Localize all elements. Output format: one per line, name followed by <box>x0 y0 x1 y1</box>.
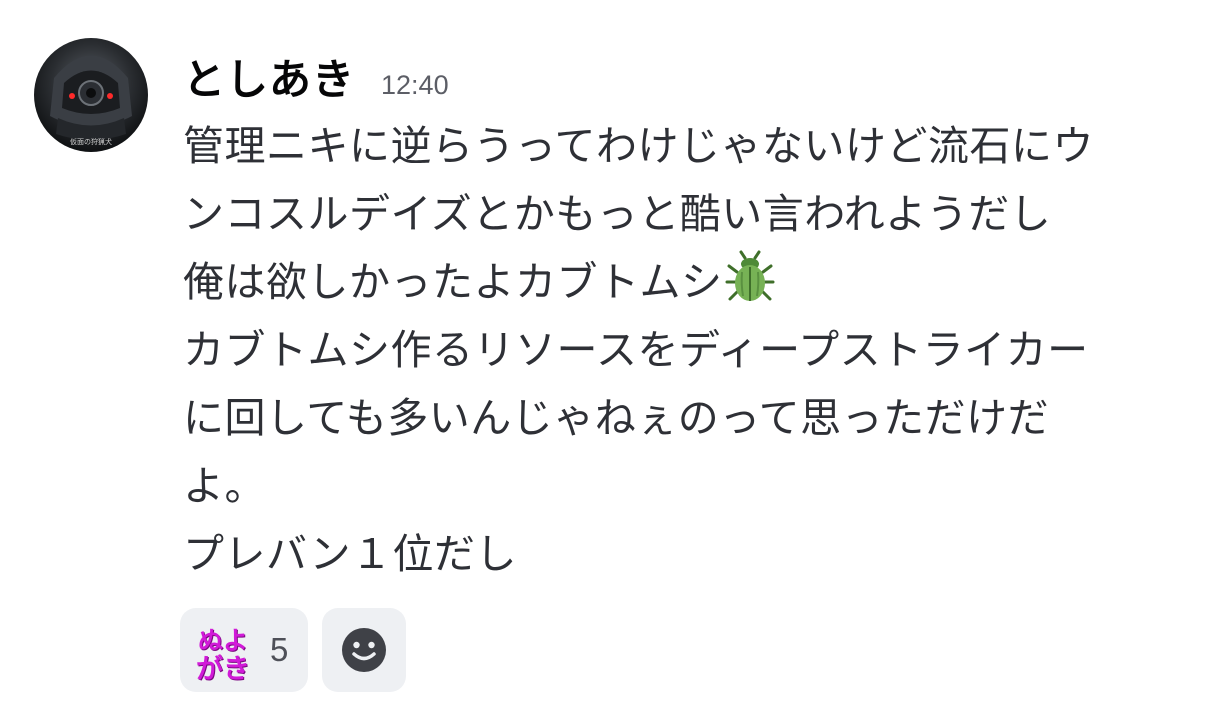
message-line: カブトムシ作るリソースをディープストライカー <box>183 326 1089 374</box>
reaction-bar: ぬよ がき 5 <box>180 608 406 692</box>
add-reaction-button[interactable] <box>322 608 406 692</box>
message-line: に回しても多いんじゃねぇのって思っただけだ <box>183 394 1050 442</box>
message-line: よ。 <box>183 462 266 510</box>
message-line: プレバン１位だし <box>183 530 518 578</box>
message-line: 管理ニキに逆らうってわけじゃないけど流石にウ <box>183 122 1094 170</box>
avatar-label: 仮面の狩猟犬 <box>70 137 112 146</box>
avatar-image: 仮面の狩猟犬 <box>50 55 132 146</box>
message-content: 管理ニキに逆らうってわけじゃないけど流石にウ ンコスルデイズとかもっと酷い言われ… <box>183 112 1193 588</box>
chat-message: 仮面の狩猟犬 としあき 12:40 管理ニキに逆らうってわけじゃないけど流石にウ… <box>0 0 1220 708</box>
beetle-icon <box>723 250 777 304</box>
reaction-count: 5 <box>270 631 289 668</box>
smiley-add-icon <box>342 628 386 672</box>
message-line: 俺は欲しかったよカブトムシ <box>183 248 1193 316</box>
message-line: ンコスルデイズとかもっと酷い言われようだし <box>183 190 1052 238</box>
avatar[interactable]: 仮面の狩猟犬 <box>34 38 148 152</box>
author-name[interactable]: としあき <box>183 46 355 107</box>
reaction-chip[interactable]: ぬよ がき 5 <box>180 608 308 692</box>
message-header: としあき 12:40 <box>183 46 449 106</box>
timestamp[interactable]: 12:40 <box>381 70 449 101</box>
custom-emoji-icon: ぬよ がき <box>196 626 250 685</box>
